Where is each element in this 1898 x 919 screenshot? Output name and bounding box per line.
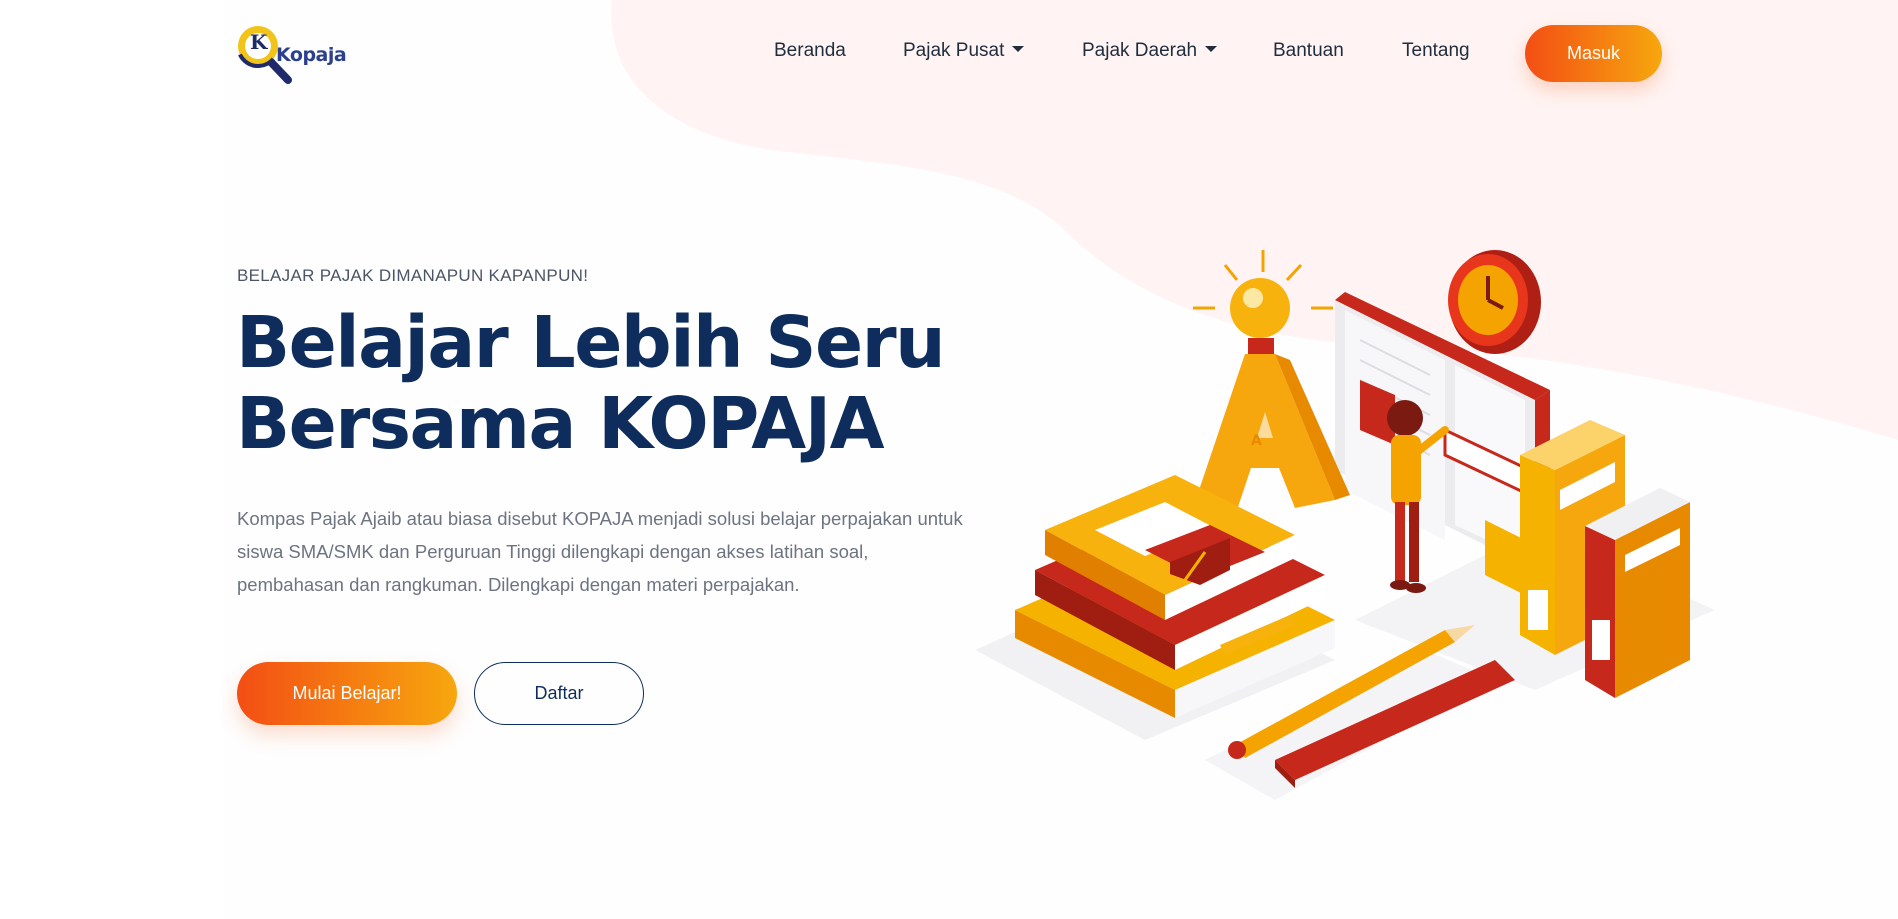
nav-beranda[interactable]: Beranda bbox=[774, 40, 846, 62]
logo-letter: K bbox=[250, 30, 268, 54]
nav-label: Bantuan bbox=[1273, 40, 1344, 61]
navbar: K Kopaja Beranda Pajak Pusat Pajak Daera… bbox=[0, 0, 1898, 108]
hero-illustration: A bbox=[975, 250, 1715, 800]
illustration-letter: A bbox=[1251, 433, 1262, 449]
lightbulb-graphic bbox=[1193, 250, 1333, 354]
caret-down-icon bbox=[1205, 46, 1218, 52]
nav-pajak-daerah-dropdown[interactable]: Pajak Daerah bbox=[1082, 40, 1218, 62]
caret-down-icon bbox=[1012, 46, 1025, 52]
nav-pajak-pusat-dropdown[interactable]: Pajak Pusat bbox=[903, 40, 1025, 62]
letter-a-graphic: A bbox=[1195, 354, 1350, 510]
hero-eyebrow: BELAJAR PAJAK DIMANAPUN KAPANPUN! bbox=[237, 266, 589, 285]
hero-title: Belajar Lebih Seru Bersama KOPAJA bbox=[236, 302, 956, 464]
clock-graphic bbox=[1448, 250, 1541, 354]
nav-label: Pajak Daerah bbox=[1082, 40, 1198, 61]
nav-tentang[interactable]: Tentang bbox=[1402, 40, 1470, 62]
magnifier-logo-icon: K bbox=[236, 22, 292, 84]
brand-logo[interactable]: K Kopaja bbox=[236, 22, 347, 84]
nav-label: Beranda bbox=[774, 40, 846, 61]
nav-label: Pajak Pusat bbox=[903, 40, 1005, 61]
start-learning-button[interactable]: Mulai Belajar! bbox=[237, 662, 457, 725]
hero-title-line-2: Bersama KOPAJA bbox=[236, 382, 885, 465]
nav-label: Tentang bbox=[1402, 40, 1470, 61]
hero-description: Kompas Pajak Ajaib atau biasa disebut KO… bbox=[237, 508, 963, 595]
hero-title-line-1: Belajar Lebih Seru bbox=[236, 301, 946, 384]
nav-bantuan[interactable]: Bantuan bbox=[1273, 40, 1344, 62]
register-button[interactable]: Daftar bbox=[474, 662, 644, 725]
login-button[interactable]: Masuk bbox=[1525, 25, 1662, 82]
